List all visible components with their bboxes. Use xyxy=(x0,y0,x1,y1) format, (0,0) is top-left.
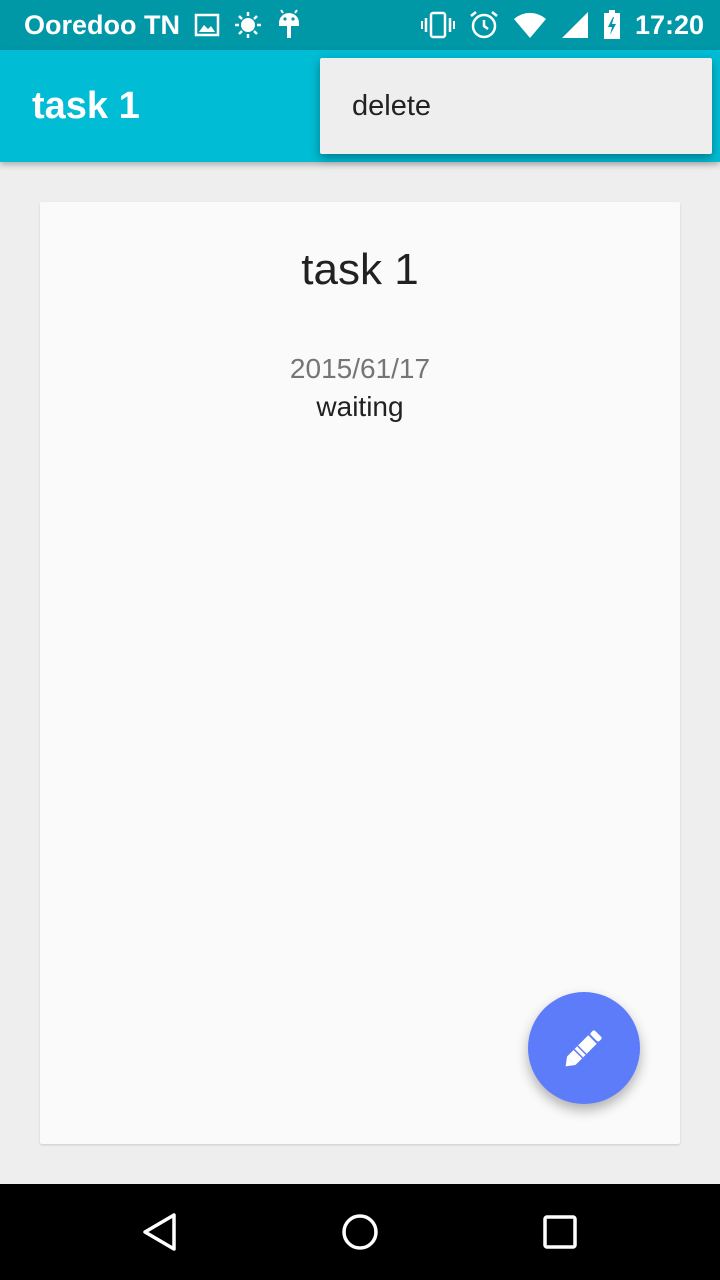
battery-charging-icon xyxy=(603,10,620,39)
nav-bar xyxy=(0,1184,720,1280)
task-date: 2015/61/17 xyxy=(289,353,431,384)
back-icon xyxy=(143,1213,176,1251)
status-left-group: Ooredoo TN xyxy=(24,0,302,50)
brightness-icon xyxy=(235,12,261,38)
status-bar: Ooredoo TN 17:20 xyxy=(0,0,720,50)
vibrate-icon xyxy=(420,11,455,39)
status-right-group: 17:20 xyxy=(420,0,704,50)
nav-back-button[interactable] xyxy=(112,1184,208,1280)
task-title: task 1 xyxy=(301,245,419,294)
cell-signal-icon xyxy=(561,12,588,38)
edit-fab-button[interactable] xyxy=(528,992,640,1104)
status-clock: 17:20 xyxy=(634,9,704,40)
overflow-menu: delete xyxy=(320,58,712,154)
nav-recent-apps-button[interactable] xyxy=(512,1184,608,1280)
home-icon xyxy=(342,1214,378,1250)
menu-item-delete[interactable]: delete xyxy=(352,58,431,154)
wifi-icon xyxy=(513,12,546,39)
android-debug-icon xyxy=(279,9,299,38)
image-notification-icon xyxy=(194,13,220,37)
recent-apps-icon xyxy=(543,1215,577,1249)
task-status: waiting xyxy=(316,391,404,422)
nav-home-button[interactable] xyxy=(312,1184,408,1280)
pencil-icon xyxy=(565,1030,602,1067)
alarm-icon xyxy=(470,11,498,39)
app-bar-title: task 1 xyxy=(32,85,140,127)
carrier-name: Ooredoo TN xyxy=(24,9,180,40)
